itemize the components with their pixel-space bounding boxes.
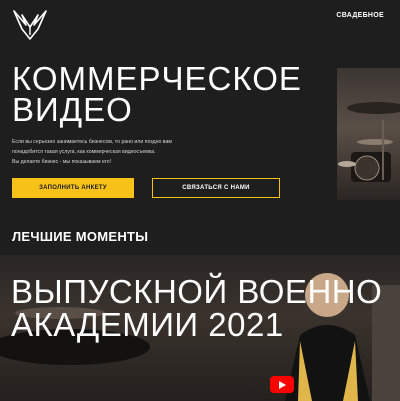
fill-form-button[interactable]: ЗАПОЛНИТЬ АНКЕТУ	[12, 178, 134, 198]
eagle-logo-icon[interactable]	[12, 9, 48, 41]
description-line-3: Вы делаете бизнес - мы показываем его!	[12, 159, 112, 165]
description-line-2: понадобится такая услуга, как коммерческ…	[12, 149, 156, 155]
page-title: КОММЕРЧЕСКОЕ ВИДЕО	[12, 62, 302, 128]
title-line-2: ВИДЕО	[12, 91, 133, 128]
youtube-play-button[interactable]	[270, 376, 294, 393]
nav-link-wedding[interactable]: СВАДЕБНОЕ	[336, 12, 384, 19]
description-line-1: Если вы серьезно занимаетесь бизнесом, т…	[12, 139, 172, 145]
drum-kit-image	[338, 102, 400, 182]
hero-drum-photo	[337, 68, 400, 200]
video-title-line-1: ВЫПУСКНОЙ ВОЕННО	[11, 273, 383, 310]
highlights-section-title: ЛЕЧШИЕ МОМЕНТЫ	[12, 229, 149, 244]
contact-button[interactable]: СВЯЗАТЬСЯ С НАМИ	[152, 178, 280, 198]
hero-description: Если вы серьезно занимаетесь бизнесом, т…	[12, 137, 222, 167]
youtube-play-icon	[279, 380, 286, 389]
video-title: ВЫПУСКНОЙ ВОЕННО АКАДЕМИИ 2021	[11, 275, 382, 341]
video-title-line-2: АКАДЕМИИ 2021	[11, 306, 284, 343]
